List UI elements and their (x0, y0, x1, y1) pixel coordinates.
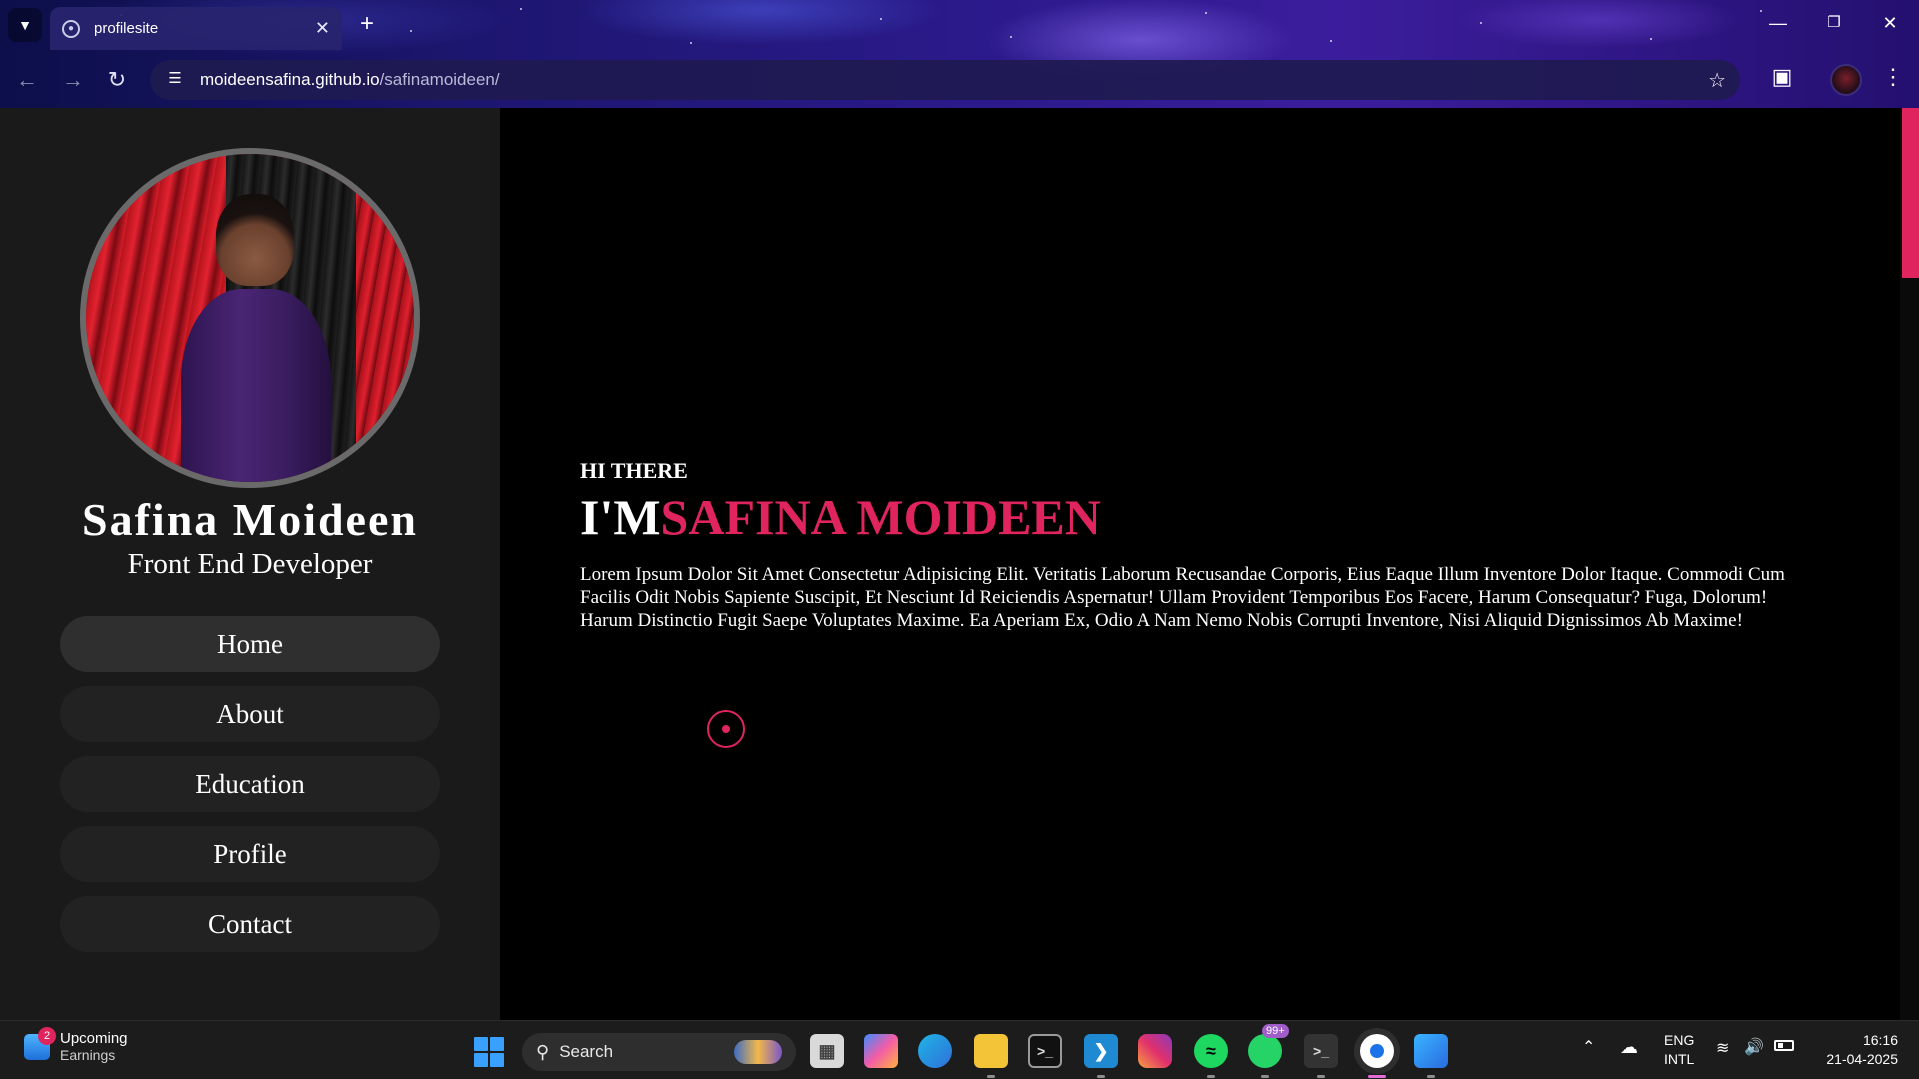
whatsapp-icon[interactable]: 99+ (1248, 1024, 1289, 1068)
page-scrollbar[interactable] (1900, 108, 1919, 1020)
sidebar-nav: Home About Education Profile Contact (60, 616, 440, 966)
restore-button[interactable]: ❐ (1814, 8, 1854, 38)
url-path: /safinamoideen/ (379, 70, 500, 89)
clock-date: 21-04-2025 (1826, 1051, 1898, 1067)
widget-title: Upcoming (60, 1030, 128, 1047)
hero-greeting: HI THERE (580, 458, 688, 483)
chevron-up-icon[interactable]: ⌃ (1582, 1037, 1595, 1057)
nav-education[interactable]: Education (60, 756, 440, 812)
whatsapp-badge: 99+ (1262, 1024, 1289, 1038)
spotify-icon[interactable]: ≈ (1194, 1034, 1228, 1068)
battery-icon[interactable] (1774, 1040, 1794, 1051)
input-language[interactable]: ENG INTL (1664, 1031, 1694, 1069)
nav-home[interactable]: Home (60, 616, 440, 672)
tab-strip: ▼ ● profilesite ✕ + — ❐ ✕ (0, 0, 1919, 50)
reload-icon: ↻ (107, 67, 127, 92)
clock-time: 16:16 (1862, 1032, 1898, 1048)
globe-icon: ● (62, 19, 80, 38)
widgets-button[interactable]: 2 Upcoming Earnings (24, 1026, 128, 1063)
minimize-button[interactable]: — (1758, 8, 1798, 38)
search-highlight-icon (734, 1040, 782, 1064)
taskbar: 2 Upcoming Earnings ⚲ Search ▦ >_ ❯ ≈ 99… (0, 1020, 1919, 1079)
forward-button[interactable]: → (56, 63, 90, 97)
kebab-menu-icon[interactable]: ⋮ (1880, 64, 1906, 90)
volume-icon[interactable]: 🔊 (1744, 1037, 1764, 1057)
sidebar: Safina Moideen Front End Developer Home … (0, 108, 500, 1020)
edge-icon[interactable] (918, 1034, 952, 1068)
tab-title: profilesite (94, 20, 159, 37)
arrow-left-icon: ← (16, 67, 38, 92)
dev-terminal-icon[interactable]: >_ (1304, 1034, 1338, 1068)
hero-headline: I'MSAFINA MOIDEEN (580, 488, 1101, 546)
nav-profile[interactable]: Profile (60, 826, 440, 882)
hero-section: HI THERE I'MSAFINA MOIDEEN Lorem Ipsum D… (500, 108, 1900, 1020)
scrollbar-thumb[interactable] (1902, 108, 1919, 278)
browser-tab[interactable]: ● profilesite ✕ (50, 7, 342, 50)
search-icon: ⚲ (536, 1041, 550, 1062)
task-view-icon[interactable]: ▦ (810, 1034, 844, 1068)
browser-chrome: ▼ ● profilesite ✕ + — ❐ ✕ ← → ↻ ☰ moidee… (0, 0, 1919, 108)
back-button[interactable]: ← (10, 63, 44, 97)
system-clock[interactable]: 16:16 21-04-2025 (1812, 1031, 1898, 1069)
chrome-icon[interactable] (1360, 1034, 1394, 1068)
file-explorer-icon[interactable] (974, 1034, 1008, 1068)
search-label: Search (559, 1042, 614, 1061)
profile-photo (80, 148, 420, 488)
chevron-down-icon: ▼ (18, 17, 32, 33)
close-icon[interactable]: ✕ (315, 18, 330, 39)
reload-button[interactable]: ↻ (100, 63, 134, 97)
copilot-icon[interactable] (864, 1034, 898, 1068)
widget-badge: 2 (38, 1026, 56, 1045)
tab-search-button[interactable]: ▼ (8, 8, 42, 42)
arrow-right-icon: → (62, 67, 84, 92)
photos-icon[interactable] (1414, 1034, 1448, 1068)
vscode-icon[interactable]: ❯ (1084, 1034, 1118, 1068)
star-icon[interactable]: ☆ (1708, 68, 1726, 93)
nav-contact[interactable]: Contact (60, 896, 440, 952)
terminal-icon[interactable]: >_ (1028, 1034, 1062, 1068)
profile-role: Front End Developer (127, 548, 373, 580)
stocks-icon: 2 (24, 1026, 56, 1060)
profile-name: Safina Moideen (82, 494, 418, 545)
profile-avatar[interactable] (1830, 64, 1862, 96)
puzzle-icon[interactable]: ▣ (1766, 64, 1798, 90)
cloud-icon[interactable]: ☁ (1620, 1037, 1638, 1058)
url-host: moideensafina.github.io (200, 70, 380, 89)
taskbar-search[interactable]: ⚲ Search (522, 1033, 796, 1071)
new-tab-button[interactable]: + (352, 10, 382, 38)
start-button[interactable] (474, 1037, 504, 1067)
hero-intro: Lorem Ipsum Dolor Sit Amet Consectetur A… (580, 564, 1785, 631)
tune-icon[interactable]: ☰ (164, 69, 186, 91)
nav-about[interactable]: About (60, 686, 440, 742)
browser-toolbar: ← → ↻ ☰ moideensafina.github.io /safinam… (0, 56, 1919, 104)
page-viewport: Safina Moideen Front End Developer Home … (0, 108, 1919, 1020)
hero-prefix: I'M (580, 489, 661, 545)
instagram-icon[interactable] (1138, 1034, 1172, 1068)
wifi-icon[interactable]: ≋ (1716, 1038, 1729, 1058)
widget-subtitle: Earnings (60, 1047, 116, 1063)
close-window-button[interactable]: ✕ (1870, 8, 1910, 38)
address-bar[interactable]: ☰ moideensafina.github.io /safinamoideen… (150, 60, 1740, 100)
hero-name: SAFINA MOIDEEN (660, 489, 1101, 545)
custom-cursor-icon (707, 710, 745, 748)
